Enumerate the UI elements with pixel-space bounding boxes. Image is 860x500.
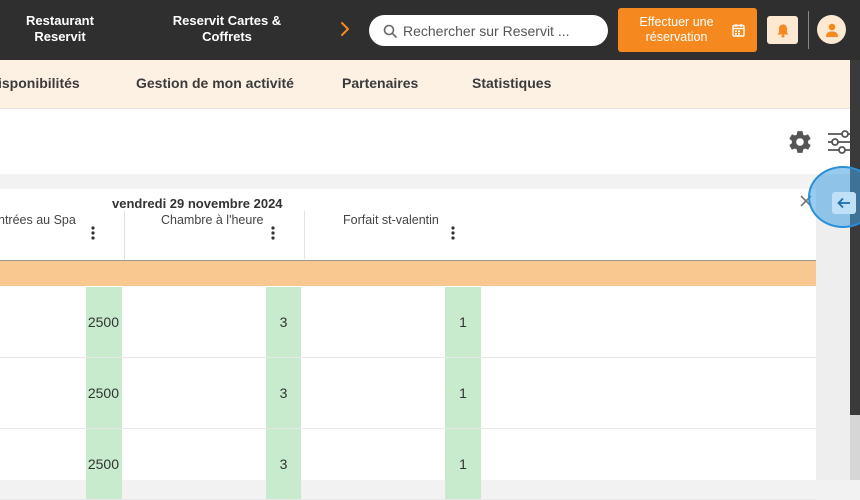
column-divider: [124, 211, 125, 259]
user-account-button[interactable]: [817, 15, 846, 44]
scrollbar-thumb[interactable]: [850, 60, 860, 415]
cell-forfait[interactable]: 1: [445, 429, 481, 499]
date-band: [0, 261, 816, 286]
page-toolbar: [0, 108, 850, 174]
cell-chambre[interactable]: 3: [266, 287, 301, 357]
notifications-button[interactable]: [767, 16, 798, 44]
collapse-panel-toggle[interactable]: [832, 192, 856, 214]
secondary-navigation: isponibilités Gestion de mon activité Pa…: [0, 60, 850, 108]
cell-chambre[interactable]: 3: [266, 358, 301, 428]
table-row: 2500 3 1: [0, 429, 816, 500]
table-row: 2500 3 1: [0, 287, 816, 358]
nav-restaurant-reservit[interactable]: Restaurant Reservit: [22, 13, 98, 45]
bell-icon: [777, 24, 788, 37]
search-input[interactable]: [403, 22, 603, 39]
user-icon: [825, 23, 838, 37]
more-vertical-icon[interactable]: [91, 226, 95, 240]
cell-spa[interactable]: 2500: [86, 287, 122, 357]
search-icon: [383, 24, 397, 38]
arrow-left-icon: [837, 197, 850, 209]
top-navigation-bar: Restaurant Reservit Reservit Cartes & Co…: [0, 0, 860, 60]
subnav-partenaires[interactable]: Partenaires: [342, 75, 418, 91]
more-vertical-icon[interactable]: [451, 226, 455, 240]
column-header-chambre: Chambre à l'heure: [161, 213, 264, 227]
more-vertical-icon[interactable]: [271, 226, 275, 240]
date-title: vendredi 29 novembre 2024: [112, 196, 283, 211]
cell-forfait[interactable]: 1: [445, 358, 481, 428]
search-box[interactable]: [369, 15, 608, 46]
chevron-right-icon[interactable]: [338, 19, 352, 39]
column-header-spa: ntrées au Spa: [0, 213, 76, 227]
make-reservation-label: Effectuer une réservation: [639, 15, 714, 44]
column-divider: [304, 211, 305, 259]
cell-spa[interactable]: 2500: [86, 429, 122, 499]
table-row: 2500 3 1: [0, 358, 816, 429]
header-divider: [808, 11, 809, 49]
subnav-statistiques[interactable]: Statistiques: [472, 75, 551, 91]
cell-spa[interactable]: 2500: [86, 358, 122, 428]
column-header-forfait: Forfait st-valentin: [343, 213, 439, 227]
cell-forfait[interactable]: 1: [445, 287, 481, 357]
subnav-gestion-activite[interactable]: Gestion de mon activité: [136, 75, 294, 91]
subnav-disponibilites[interactable]: isponibilités: [0, 75, 80, 91]
nav-cartes-coffrets[interactable]: Reservit Cartes & Coffrets: [168, 13, 286, 45]
make-reservation-button[interactable]: Effectuer une réservation: [618, 8, 757, 52]
gear-icon[interactable]: [787, 129, 813, 155]
cell-chambre[interactable]: 3: [266, 429, 301, 499]
calendar-icon: [732, 24, 745, 37]
